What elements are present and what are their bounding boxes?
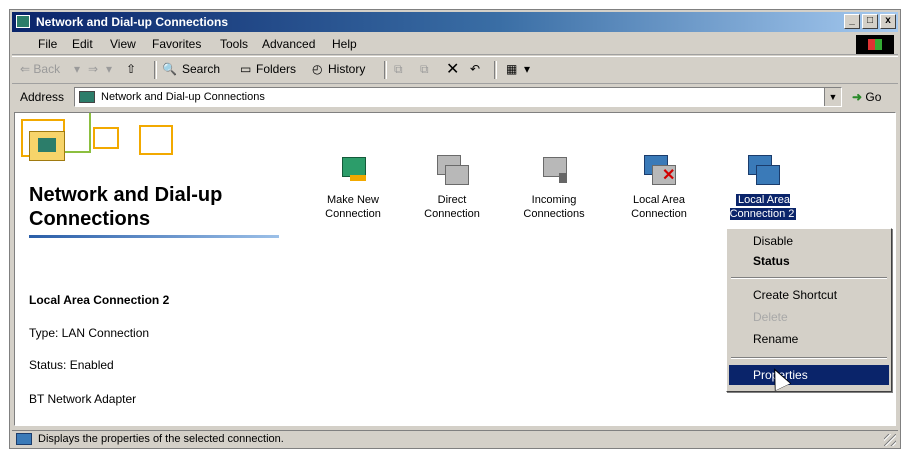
delete-icon[interactable]: ✕ xyxy=(446,59,459,79)
network-folder-icon xyxy=(79,91,95,103)
menu-help[interactable]: Help xyxy=(332,37,357,51)
ctx-disable[interactable]: Disable xyxy=(729,231,889,251)
ctx-create-shortcut[interactable]: Create Shortcut xyxy=(729,285,889,305)
local-area-connection-label: Local Area Connection xyxy=(631,194,687,220)
direct-connection-item[interactable]: Direct Connection xyxy=(409,153,495,221)
direct-connection-icon xyxy=(435,153,469,187)
address-bar: Address Network and Dial-up Connections … xyxy=(12,84,898,110)
folders-icon: ▭ xyxy=(240,62,252,76)
ctx-delete: Delete xyxy=(753,310,788,324)
forward-button[interactable]: ⇒ xyxy=(88,62,98,76)
make-new-connection-icon xyxy=(336,153,370,187)
local-area-connection-2-label: Local Area Connection 2 xyxy=(729,194,797,220)
address-value: Network and Dial-up Connections xyxy=(101,91,265,103)
status-text: Displays the properties of the selected … xyxy=(38,433,284,445)
incoming-connections-label: Incoming Connections xyxy=(523,194,585,220)
history-icon: ◴ xyxy=(312,62,323,76)
address-input[interactable]: Network and Dial-up Connections ▼ xyxy=(74,87,842,107)
incoming-connections-item[interactable]: Incoming Connections xyxy=(511,153,597,221)
make-new-connection-label: Make New Connection xyxy=(325,194,381,220)
menu-favorites[interactable]: Favorites xyxy=(152,37,201,51)
ctx-separator xyxy=(731,357,887,359)
direct-connection-label: Direct Connection xyxy=(424,194,480,220)
menu-tools[interactable]: Tools xyxy=(220,37,248,51)
connection-type: Type: LAN Connection xyxy=(29,326,150,340)
ctx-rename[interactable]: Rename xyxy=(729,329,889,349)
search-button[interactable]: Search xyxy=(182,62,220,76)
chevron-down-icon[interactable]: ▾ xyxy=(524,62,530,76)
network-folder-icon xyxy=(29,131,65,161)
up-folder-button[interactable]: ⇧ xyxy=(126,62,136,76)
close-button[interactable]: x xyxy=(880,14,896,29)
go-arrow-icon: ➜ xyxy=(852,90,863,104)
connection-status: Status: Enabled xyxy=(29,358,114,372)
resize-grip[interactable] xyxy=(884,434,896,446)
menu-file[interactable]: File xyxy=(38,37,57,51)
toolbar-divider xyxy=(494,61,497,79)
search-icon: 🔍 xyxy=(162,62,177,76)
maximize-button[interactable]: □ xyxy=(862,14,878,29)
chevron-down-icon[interactable]: ▾ xyxy=(74,62,80,76)
selected-connection-name: Local Area Connection 2 xyxy=(29,293,170,307)
ctx-status[interactable]: Status xyxy=(729,251,889,271)
toolbar: ⇐ Back ▾ ⇒ ▾ ⇧ 🔍 Search ▭ Folders ◴ Hist… xyxy=(12,56,898,84)
ctx-properties[interactable]: Properties xyxy=(729,365,889,385)
go-button[interactable]: ➜ Go xyxy=(852,90,881,104)
menu-view[interactable]: View xyxy=(110,37,136,51)
toolbar-divider xyxy=(154,61,157,79)
network-folder-icon xyxy=(16,433,32,445)
ctx-separator xyxy=(731,277,887,279)
window-title: Network and Dial-up Connections xyxy=(36,15,229,29)
toolbar-divider xyxy=(384,61,387,79)
connection-adapter: BT Network Adapter xyxy=(29,392,137,406)
chevron-down-icon[interactable]: ▼ xyxy=(824,88,841,106)
status-bar: Displays the properties of the selected … xyxy=(12,430,898,448)
panel-title: Network and Dial-up Connections xyxy=(29,184,223,230)
make-new-connection-item[interactable]: Make New Connection xyxy=(310,153,396,221)
address-label: Address xyxy=(20,90,65,104)
views-icon[interactable]: ▦ xyxy=(506,62,517,76)
local-area-connection-2-item[interactable]: Local Area Connection 2 xyxy=(720,153,806,221)
context-menu: Disable Status Create Shortcut Delete Re… xyxy=(726,228,892,392)
go-label: Go xyxy=(865,90,882,104)
disconnected-lan-icon: ✕ xyxy=(642,153,676,187)
menu-advanced[interactable]: Advanced xyxy=(262,37,315,51)
back-button[interactable]: ⇐ Back xyxy=(20,62,60,76)
incoming-connections-icon xyxy=(537,153,571,187)
network-folder-icon xyxy=(16,15,30,28)
local-area-connection-item[interactable]: ✕ Local Area Connection xyxy=(616,153,702,221)
panel-divider xyxy=(29,235,279,238)
history-button[interactable]: History xyxy=(328,62,365,76)
folders-button[interactable]: Folders xyxy=(256,62,296,76)
title-bar[interactable]: Network and Dial-up Connections _ □ x xyxy=(12,12,898,32)
menu-bar: File Edit View Favorites Tools Advanced … xyxy=(12,34,898,55)
move-to-icon[interactable]: ⧉ xyxy=(394,62,403,77)
lan-icon xyxy=(746,153,780,187)
windows-logo-icon xyxy=(856,35,894,54)
menu-edit[interactable]: Edit xyxy=(72,37,93,51)
chevron-down-icon[interactable]: ▾ xyxy=(106,62,112,76)
minimize-button[interactable]: _ xyxy=(844,14,860,29)
copy-to-icon[interactable]: ⧉ xyxy=(420,62,429,77)
undo-icon[interactable]: ↶ xyxy=(470,62,480,76)
